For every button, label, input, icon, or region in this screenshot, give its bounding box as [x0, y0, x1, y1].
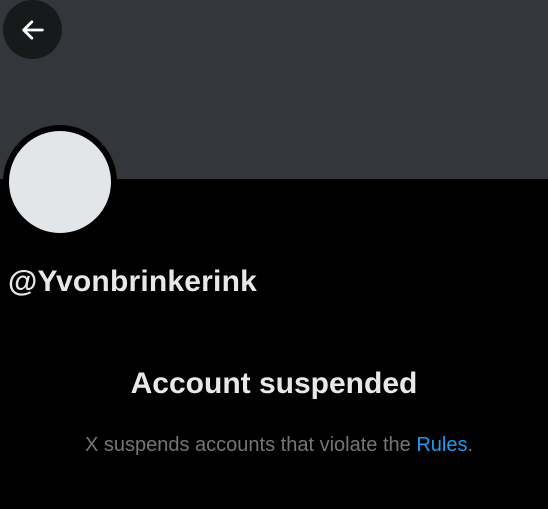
- avatar[interactable]: [9, 131, 111, 233]
- rules-link[interactable]: Rules: [416, 434, 467, 456]
- profile-page: @Yvonbrinkerink Account suspended X susp…: [0, 0, 548, 509]
- suspended-message-text: X suspends accounts that violate the: [84, 434, 417, 456]
- back-button[interactable]: [3, 0, 62, 59]
- suspended-message-end: .: [467, 434, 474, 456]
- arrow-left-icon: [21, 19, 44, 40]
- suspended-title: Account suspended: [130, 367, 418, 400]
- suspended-message: X suspends accounts that violate the Rul…: [0, 434, 548, 457]
- profile-handle: @Yvonbrinkerink: [8, 265, 257, 298]
